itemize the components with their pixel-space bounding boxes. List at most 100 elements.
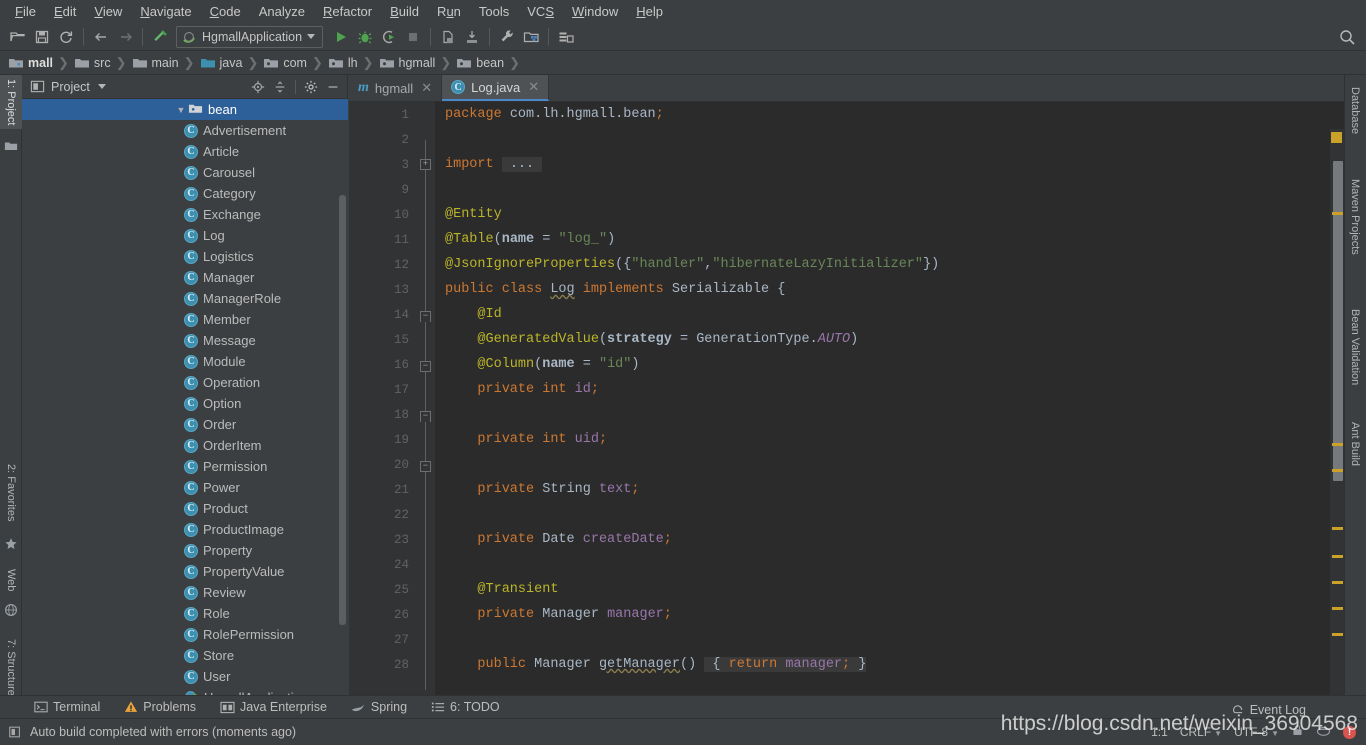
close-icon[interactable]: ✕ <box>421 80 432 96</box>
code-line[interactable]: private int uid; <box>445 427 1344 452</box>
read-only-icon[interactable] <box>1291 724 1304 740</box>
debug-icon[interactable] <box>353 25 377 49</box>
warning-marker[interactable] <box>1332 212 1343 215</box>
sidebar-item-structure[interactable]: 7: Structure <box>0 635 22 700</box>
sidebar-item-web[interactable]: Web <box>0 565 22 595</box>
bottom-item-spring[interactable]: Spring <box>339 700 419 714</box>
caret-position[interactable]: 1:1 <box>1151 725 1168 739</box>
encoding[interactable]: UTF-8 ▼ <box>1234 725 1279 739</box>
error-badge[interactable]: ! <box>1343 725 1356 739</box>
warning-marker[interactable] <box>1332 469 1343 472</box>
stop-icon[interactable] <box>401 25 425 49</box>
code-line[interactable]: public Manager getManager() { return man… <box>445 652 1344 677</box>
tab-hgmall[interactable]: m hgmall ✕ <box>349 75 443 101</box>
breadcrumb-item-hgmall[interactable]: hgmall <box>375 55 438 71</box>
bottom-item-terminal[interactable]: Terminal <box>22 700 112 714</box>
fold-gutter[interactable]: + − − − − + <box>417 102 435 705</box>
warning-marker[interactable] <box>1332 581 1343 584</box>
sidebar-item-bean-validation[interactable]: Bean Validation <box>1344 305 1366 389</box>
chevron-down-icon[interactable] <box>97 84 106 89</box>
bottom-item-todo[interactable]: 6: TODO <box>419 700 512 714</box>
code-line[interactable] <box>445 627 1344 652</box>
code-line[interactable]: private Date createDate; <box>445 527 1344 552</box>
code-line[interactable]: import ... <box>445 152 1344 177</box>
editor-marker-strip[interactable] <box>1330 129 1344 705</box>
sidebar-item-maven[interactable]: Maven Projects <box>1344 175 1366 259</box>
tree-node-rolepermission[interactable]: C RolePermission <box>22 624 348 645</box>
menu-item-tools[interactable]: Tools <box>470 2 518 21</box>
fold-collapse-field[interactable]: − <box>420 411 431 422</box>
code-editor[interactable]: 1 2 3 9 10 11 12 13 14 15 16 17 18 19 20 21 22 23 24 25 26 27… <box>349 102 1344 705</box>
code-line[interactable] <box>445 502 1344 527</box>
warning-marker[interactable] <box>1332 555 1343 558</box>
code-content[interactable]: package com.lh.hgmall.bean; import ... @… <box>435 102 1344 705</box>
code-line[interactable] <box>445 127 1344 152</box>
warning-marker[interactable] <box>1332 607 1343 610</box>
menu-item-code[interactable]: Code <box>201 2 250 21</box>
project-tree-scrollbar[interactable] <box>339 195 346 625</box>
editor-scrollbar-thumb[interactable] <box>1333 161 1343 481</box>
forward-arrow-icon[interactable] <box>113 25 137 49</box>
event-log-button[interactable]: Event Log <box>1232 703 1306 717</box>
code-line[interactable]: @Column(name = "id") <box>445 352 1344 377</box>
warning-marker[interactable] <box>1332 527 1343 530</box>
tree-node-store[interactable]: C Store <box>22 645 348 666</box>
code-line[interactable] <box>445 452 1344 477</box>
chevron-down-icon[interactable]: ▼ <box>174 105 188 115</box>
tree-node-manager[interactable]: C Manager <box>22 267 348 288</box>
tree-node-category[interactable]: C Category <box>22 183 348 204</box>
code-line[interactable]: public class Log implements Serializable… <box>445 277 1344 302</box>
settings-wrench-icon[interactable] <box>495 25 519 49</box>
project-structure-icon[interactable] <box>519 25 543 49</box>
breadcrumb-item-com[interactable]: com <box>259 55 309 71</box>
database-icon[interactable] <box>554 25 578 49</box>
menu-item-edit[interactable]: Edit <box>45 2 85 21</box>
build-hammer-icon[interactable] <box>148 25 172 49</box>
code-line[interactable]: @GeneratedValue(strategy = GenerationTyp… <box>445 327 1344 352</box>
rerun-icon[interactable] <box>460 25 484 49</box>
tree-node-propertyvalue[interactable]: C PropertyValue <box>22 561 348 582</box>
sync-icon[interactable] <box>54 25 78 49</box>
tree-node-carousel[interactable]: C Carousel <box>22 162 348 183</box>
tree-node-option[interactable]: C Option <box>22 393 348 414</box>
fold-collapse-class[interactable]: − <box>420 311 431 322</box>
collapse-all-icon[interactable] <box>270 77 290 97</box>
tree-node-operation[interactable]: C Operation <box>22 372 348 393</box>
error-stripe-top[interactable] <box>1331 132 1342 143</box>
breadcrumb-item-java[interactable]: java <box>196 55 245 71</box>
sidebar-item-ant-build[interactable]: Ant Build <box>1344 418 1366 470</box>
code-line[interactable]: @Entity <box>445 202 1344 227</box>
tree-node-orderitem[interactable]: C OrderItem <box>22 435 348 456</box>
tree-node-module[interactable]: C Module <box>22 351 348 372</box>
tree-node-review[interactable]: C Review <box>22 582 348 603</box>
tree-node-message[interactable]: C Message <box>22 330 348 351</box>
breadcrumb-item-lh[interactable]: lh <box>324 55 360 71</box>
tree-node-order[interactable]: C Order <box>22 414 348 435</box>
tree-node-productimage[interactable]: C ProductImage <box>22 519 348 540</box>
menu-item-vcs[interactable]: VCS <box>518 2 563 21</box>
code-line[interactable]: private int id; <box>445 377 1344 402</box>
project-tree[interactable]: ▼ bean C Advertisement C Article C Carousel C Cat… <box>22 99 348 705</box>
run-icon[interactable] <box>329 25 353 49</box>
tree-node-logistics[interactable]: C Logistics <box>22 246 348 267</box>
code-line[interactable]: private Manager manager; <box>445 602 1344 627</box>
back-arrow-icon[interactable] <box>89 25 113 49</box>
code-line[interactable] <box>445 177 1344 202</box>
breadcrumb-item-main[interactable]: main <box>128 55 181 71</box>
code-line[interactable] <box>445 552 1344 577</box>
code-line[interactable]: @Table(name = "log_") <box>445 227 1344 252</box>
run-with-coverage-icon[interactable] <box>377 25 401 49</box>
tree-node-user[interactable]: C User <box>22 666 348 687</box>
tree-node-advertisement[interactable]: C Advertisement <box>22 120 348 141</box>
hide-icon[interactable] <box>323 77 343 97</box>
tree-node-role[interactable]: C Role <box>22 603 348 624</box>
bottom-item-java-enterprise[interactable]: Java Enterprise <box>208 700 339 714</box>
menu-item-help[interactable]: Help <box>627 2 672 21</box>
tree-node-article[interactable]: C Article <box>22 141 348 162</box>
menu-item-refactor[interactable]: Refactor <box>314 2 381 21</box>
run-configuration-selector[interactable]: HgmallApplication <box>176 25 324 48</box>
menu-item-analyze[interactable]: Analyze <box>250 2 314 21</box>
sidebar-item-project[interactable]: 1: Project <box>0 75 22 130</box>
close-icon[interactable]: ✕ <box>528 79 539 95</box>
line-separator[interactable]: CRLF ▼ <box>1180 725 1222 739</box>
